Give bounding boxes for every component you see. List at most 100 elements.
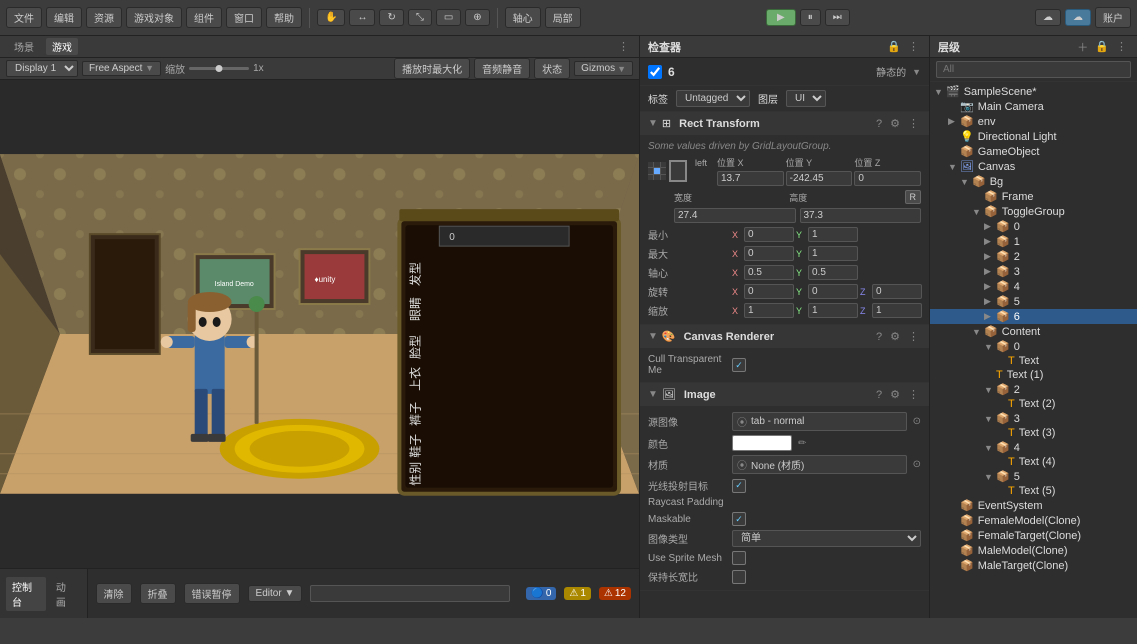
account-btn[interactable]: 账户 [1095,7,1131,28]
step-button[interactable]: ⏭ [825,9,850,26]
anchor-min-y[interactable] [808,227,858,242]
tree-item-t1[interactable]: ▶📦1 [930,234,1137,249]
menu-assets[interactable]: 资源 [86,7,122,28]
tree-item-femalemodel[interactable]: ▶📦FemaleModel(Clone) [930,513,1137,528]
tree-item-text5[interactable]: ▶TText (5) [930,484,1137,498]
tree-item-text3[interactable]: ▶TText (3) [930,426,1137,440]
tree-item-maletarget[interactable]: ▶📦MaleTarget(Clone) [930,558,1137,573]
image-type-select[interactable]: 简单 [732,530,921,547]
material-select-icon[interactable]: ⊙ [913,459,921,470]
reset-btn[interactable]: R [905,190,922,204]
scale-x-input[interactable] [744,303,794,318]
tree-item-content[interactable]: ▼📦Content [930,324,1137,339]
editor-btn[interactable]: Editor ▼ [248,585,303,602]
menu-help[interactable]: 帮助 [266,7,302,28]
image-header[interactable]: ▼ 🖼 Image ? ⚙ ⋮ [640,383,929,406]
tree-item-text0[interactable]: ▶TText [930,354,1137,368]
canvas-menu-icon[interactable]: ⋮ [906,329,921,344]
sprite-select-icon[interactable]: ⊙ [913,416,921,427]
tool-rect[interactable]: ▭ [436,9,461,26]
pos-x-input[interactable] [717,171,784,186]
rect-help-icon[interactable]: ? [874,117,884,131]
active-checkbox[interactable] [648,65,662,79]
tree-item-c4[interactable]: ▼📦4 [930,440,1137,455]
pos-z-input[interactable] [854,171,921,186]
console-search[interactable] [310,585,510,602]
color-picker-icon[interactable]: ✏ [798,438,806,449]
tree-item-t3[interactable]: ▶📦3 [930,264,1137,279]
play-button[interactable]: ▶ [766,9,796,26]
preserve-checkbox[interactable] [732,570,746,584]
menu-window[interactable]: 窗口 [226,7,262,28]
error-pause-btn[interactable]: 错误暂停 [184,583,240,604]
tree-item-text2[interactable]: ▶TText (2) [930,397,1137,411]
cloud-btn[interactable]: ☁ [1065,9,1091,26]
tree-item-text1[interactable]: ▶TText (1) [930,368,1137,382]
anchor-min-x[interactable] [744,227,794,242]
tree-item-samplescene[interactable]: ▼ 🎬 SampleScene* [930,84,1137,99]
rot-y-input[interactable] [808,284,858,299]
tool-move[interactable]: ↔ [349,9,375,26]
tree-item-femaletarget[interactable]: ▶📦FemaleTarget(Clone) [930,528,1137,543]
anchor-max-x[interactable] [744,246,794,261]
tool-rotate[interactable]: ↻ [379,9,403,26]
menu-edit[interactable]: 编辑 [46,7,82,28]
anchor-max-y[interactable] [808,246,858,261]
hierarchy-lock-icon[interactable]: 🔒 [1093,39,1111,54]
sprite-field[interactable]: ⦿ tab - normal [732,412,907,431]
scale-z-input[interactable] [872,303,922,318]
animation-tab[interactable]: 动画 [50,577,81,611]
tool-hand[interactable]: ✋ [317,9,345,26]
tree-item-t0[interactable]: ▶📦0 [930,219,1137,234]
lock-icon[interactable]: 🔒 [885,39,903,54]
canvas-renderer-header[interactable]: ▼ 🎨 Canvas Renderer ? ⚙ ⋮ [640,325,929,348]
static-arrow[interactable]: ▼ [912,67,921,77]
height-input[interactable] [800,208,922,223]
tree-item-c3[interactable]: ▼📦3 [930,411,1137,426]
image-settings-icon[interactable]: ⚙ [888,387,902,402]
width-input[interactable] [674,208,796,223]
gizmos-btn[interactable]: Gizmos ▼ [574,61,633,76]
tree-item-t5[interactable]: ▶📦5 [930,294,1137,309]
tree-item-c5[interactable]: ▼📦5 [930,469,1137,484]
pivot-y-input[interactable] [808,265,858,280]
menu-file[interactable]: 文件 [6,7,42,28]
raycast-checkbox[interactable]: ✓ [732,479,746,493]
hierarchy-add-icon[interactable]: ＋ [1075,38,1090,56]
tree-item-canvas[interactable]: ▼ 🖼 Canvas [930,159,1137,174]
tree-item-dirlight[interactable]: ▶ 💡 Directional Light [930,129,1137,144]
tree-item-maincamera[interactable]: ▶ 📷 Main Camera [930,99,1137,114]
maximize-btn[interactable]: 播放时最大化 [394,58,470,79]
hierarchy-menu-icon[interactable]: ⋮ [1114,39,1129,54]
tree-item-bg[interactable]: ▼ 📦 Bg [930,174,1137,189]
pivot-btn[interactable]: 轴心 [505,7,541,28]
pause-button[interactable]: ⏸ [800,9,821,26]
tree-item-togglegroup[interactable]: ▼ 📦 ToggleGroup [930,204,1137,219]
maskable-checkbox[interactable]: ✓ [732,512,746,526]
sprite-mesh-checkbox[interactable] [732,551,746,565]
pos-y-input[interactable] [786,171,853,186]
rect-menu-icon[interactable]: ⋮ [906,116,921,131]
tag-select[interactable]: Untagged [676,90,750,107]
tree-item-malemodel[interactable]: ▶📦MaleModel(Clone) [930,543,1137,558]
tool-scale[interactable]: ⤡ [408,9,432,26]
tree-item-gameobject[interactable]: ▶ 📦 GameObject [930,144,1137,159]
scene-tab[interactable]: 场景 [8,38,40,55]
tree-item-env[interactable]: ▶ 📦 env [930,114,1137,129]
mute-btn[interactable]: 音频静音 [474,58,530,79]
inspector-menu-icon[interactable]: ⋮ [906,39,921,54]
tree-item-text4[interactable]: ▶TText (4) [930,455,1137,469]
layer-select[interactable]: UI [786,90,826,107]
tree-item-t4[interactable]: ▶📦4 [930,279,1137,294]
game-tab[interactable]: 游戏 [46,38,78,55]
aspect-label[interactable]: Free Aspect ▼ [82,61,161,76]
anchor-picker[interactable] [648,162,666,180]
tree-item-c0[interactable]: ▼📦0 [930,339,1137,354]
menu-component[interactable]: 组件 [186,7,222,28]
tree-item-eventsystem[interactable]: ▶📦EventSystem [930,498,1137,513]
console-tab[interactable]: 控制台 [6,577,46,611]
tree-item-frame[interactable]: ▶ 📦 Frame [930,189,1137,204]
canvas-help-icon[interactable]: ? [874,330,884,344]
rot-z-input[interactable] [872,284,922,299]
rect-transform-header[interactable]: ▼ ⊞ Rect Transform ? ⚙ ⋮ [640,112,929,135]
